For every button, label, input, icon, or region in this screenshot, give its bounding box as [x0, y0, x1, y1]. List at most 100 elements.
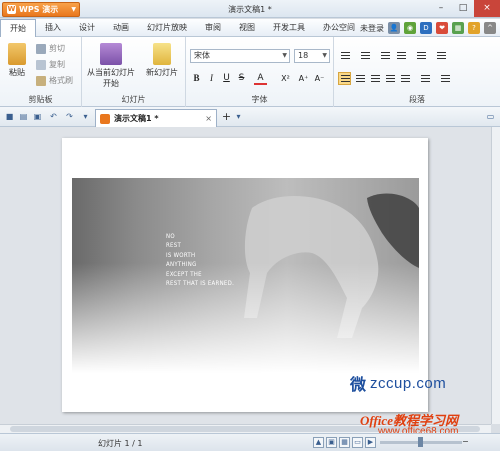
new-slide-button[interactable]: 新幻灯片: [142, 43, 182, 78]
scissors-icon: [36, 43, 46, 54]
close-tab-icon[interactable]: ×: [205, 114, 212, 123]
menu-right-tools: 未登录 👤 ◉ D ❤ ▦ ? ^: [360, 22, 496, 34]
copy-icon: [36, 59, 46, 70]
sidebar-toggle-icon[interactable]: ▭: [485, 111, 496, 122]
tab-design[interactable]: 设计: [70, 19, 104, 37]
align-center-button[interactable]: [353, 72, 366, 85]
document-tab[interactable]: 演示文稿1 * ×: [95, 109, 217, 127]
vertical-scrollbar[interactable]: [491, 127, 500, 424]
shrink-font-button[interactable]: A⁻: [313, 72, 326, 85]
italic-button[interactable]: I: [205, 72, 218, 85]
text-direction-icon: [437, 52, 446, 60]
strikethrough-button[interactable]: S: [235, 72, 248, 85]
new-tab-button[interactable]: +: [221, 111, 232, 122]
play-from-current-label: 从当前幻灯片: [87, 68, 135, 77]
quote-line-3: IS WORTH: [166, 251, 196, 259]
quick-access-more-icon[interactable]: ▾: [80, 111, 91, 122]
bullet-list-button[interactable]: [338, 49, 351, 62]
tab-home[interactable]: 开始: [0, 19, 36, 37]
ribbon-toggle-icon[interactable]: ^: [484, 22, 496, 34]
redo-icon[interactable]: ↷: [64, 111, 75, 122]
tab-developer[interactable]: 开发工具: [264, 19, 314, 37]
cut-label: 剪切: [49, 44, 65, 53]
tab-list-icon[interactable]: ▾: [233, 111, 244, 122]
format-painter-button[interactable]: 格式刷: [36, 75, 73, 86]
vertical-align-icon: [441, 75, 450, 83]
maximize-button[interactable]: □: [452, 0, 474, 17]
copy-button[interactable]: 复制: [36, 59, 65, 70]
tab-animation[interactable]: 动画: [104, 19, 138, 37]
underline-button[interactable]: U: [220, 72, 233, 85]
save-icon[interactable]: ■: [4, 111, 15, 122]
text-direction-button[interactable]: [434, 49, 447, 62]
font-group: 宋体 ▼ 18 ▼ B I U S A X² A⁺ A⁻ 字体: [186, 37, 334, 107]
line-spacing-button[interactable]: [414, 49, 427, 62]
font-family-select[interactable]: 宋体 ▼: [190, 49, 290, 63]
zoom-slider-knob[interactable]: [418, 437, 423, 447]
slides-group-label: 幻灯片: [121, 95, 146, 104]
slideshow-view-icon[interactable]: ▶: [365, 437, 376, 448]
user-icon[interactable]: 👤: [388, 22, 400, 34]
tab-review[interactable]: 审阅: [196, 19, 230, 37]
play-from-current-button[interactable]: 从当前幻灯片 开始: [84, 43, 138, 89]
login-link[interactable]: 未登录: [360, 23, 384, 34]
justify-icon: [386, 75, 395, 83]
sorter-view-icon[interactable]: ▦: [339, 437, 350, 448]
align-left-button[interactable]: [338, 72, 351, 85]
undo-icon[interactable]: ↶: [48, 111, 59, 122]
quote-line-4: ANYTHING: [166, 261, 197, 269]
d-icon[interactable]: D: [420, 22, 432, 34]
quote-line-5: EXCEPT THE: [166, 270, 202, 278]
menu-bar: 开始 插入 设计 动画 幻灯片放映 审阅 视图 开发工具 办公空间 未登录 👤 …: [0, 19, 500, 37]
columns-button[interactable]: [418, 72, 431, 85]
indent-button[interactable]: [394, 49, 407, 62]
grow-font-button[interactable]: A⁺: [297, 72, 310, 85]
tab-office-space[interactable]: 办公空间: [314, 19, 364, 37]
cut-button[interactable]: 剪切: [36, 43, 65, 54]
clipboard-group: 粘贴 剪切 复制 格式刷 剪贴板: [0, 37, 82, 107]
tab-insert[interactable]: 插入: [36, 19, 70, 37]
print-preview-icon[interactable]: ▣: [32, 111, 43, 122]
outdent-button[interactable]: [378, 49, 391, 62]
paragraph-group-label: 段落: [409, 95, 425, 104]
window-title: 演示文稿1 *: [228, 5, 272, 14]
font-family-value: 宋体: [194, 51, 210, 60]
justify-button[interactable]: [383, 72, 396, 85]
share-icon[interactable]: ❤: [436, 22, 448, 34]
apps-icon[interactable]: ▦: [452, 22, 464, 34]
copy-label: 复制: [49, 60, 65, 69]
chevron-down-icon: ▼: [282, 52, 287, 59]
slide-canvas[interactable]: NO REST IS WORTH ANYTHING EXCEPT THE RES…: [62, 138, 446, 412]
zoom-slider[interactable]: [380, 437, 462, 447]
new-slide-label: 新幻灯片: [146, 68, 178, 77]
print-icon[interactable]: ▤: [18, 111, 29, 122]
reading-view-icon[interactable]: ▭: [352, 437, 363, 448]
font-color-button[interactable]: A: [254, 72, 267, 85]
close-button[interactable]: ×: [474, 0, 500, 17]
bold-button[interactable]: B: [190, 72, 203, 85]
help-icon[interactable]: ?: [468, 22, 480, 34]
slides-group: 从当前幻灯片 开始 新幻灯片 幻灯片: [82, 37, 186, 107]
zoom-out-button[interactable]: −: [462, 437, 469, 446]
paste-button[interactable]: 粘贴: [4, 43, 30, 78]
tab-view[interactable]: 视图: [230, 19, 264, 37]
numbered-list-button[interactable]: [358, 49, 371, 62]
indent-icon: [397, 52, 406, 60]
notes-view-icon[interactable]: ▲: [313, 437, 324, 448]
slide-background-photo: NO REST IS WORTH ANYTHING EXCEPT THE RES…: [72, 178, 419, 373]
paste-label: 粘贴: [9, 68, 25, 77]
tab-slideshow[interactable]: 幻灯片放映: [138, 19, 196, 37]
view-buttons: ▲ ▣ ▦ ▭ ▶: [313, 437, 376, 448]
align-left-icon: [341, 75, 350, 83]
presentation-icon: [100, 113, 110, 124]
minimize-button[interactable]: –: [430, 0, 452, 17]
superscript-button[interactable]: X²: [279, 72, 292, 85]
align-right-button[interactable]: [368, 72, 381, 85]
font-size-select[interactable]: 18 ▼: [294, 49, 330, 63]
normal-view-icon[interactable]: ▣: [326, 437, 337, 448]
bullet-list-icon: [341, 52, 350, 60]
skin-icon[interactable]: ◉: [404, 22, 416, 34]
vertical-align-button[interactable]: [438, 72, 451, 85]
distribute-button[interactable]: [398, 72, 411, 85]
distribute-icon: [401, 75, 410, 83]
